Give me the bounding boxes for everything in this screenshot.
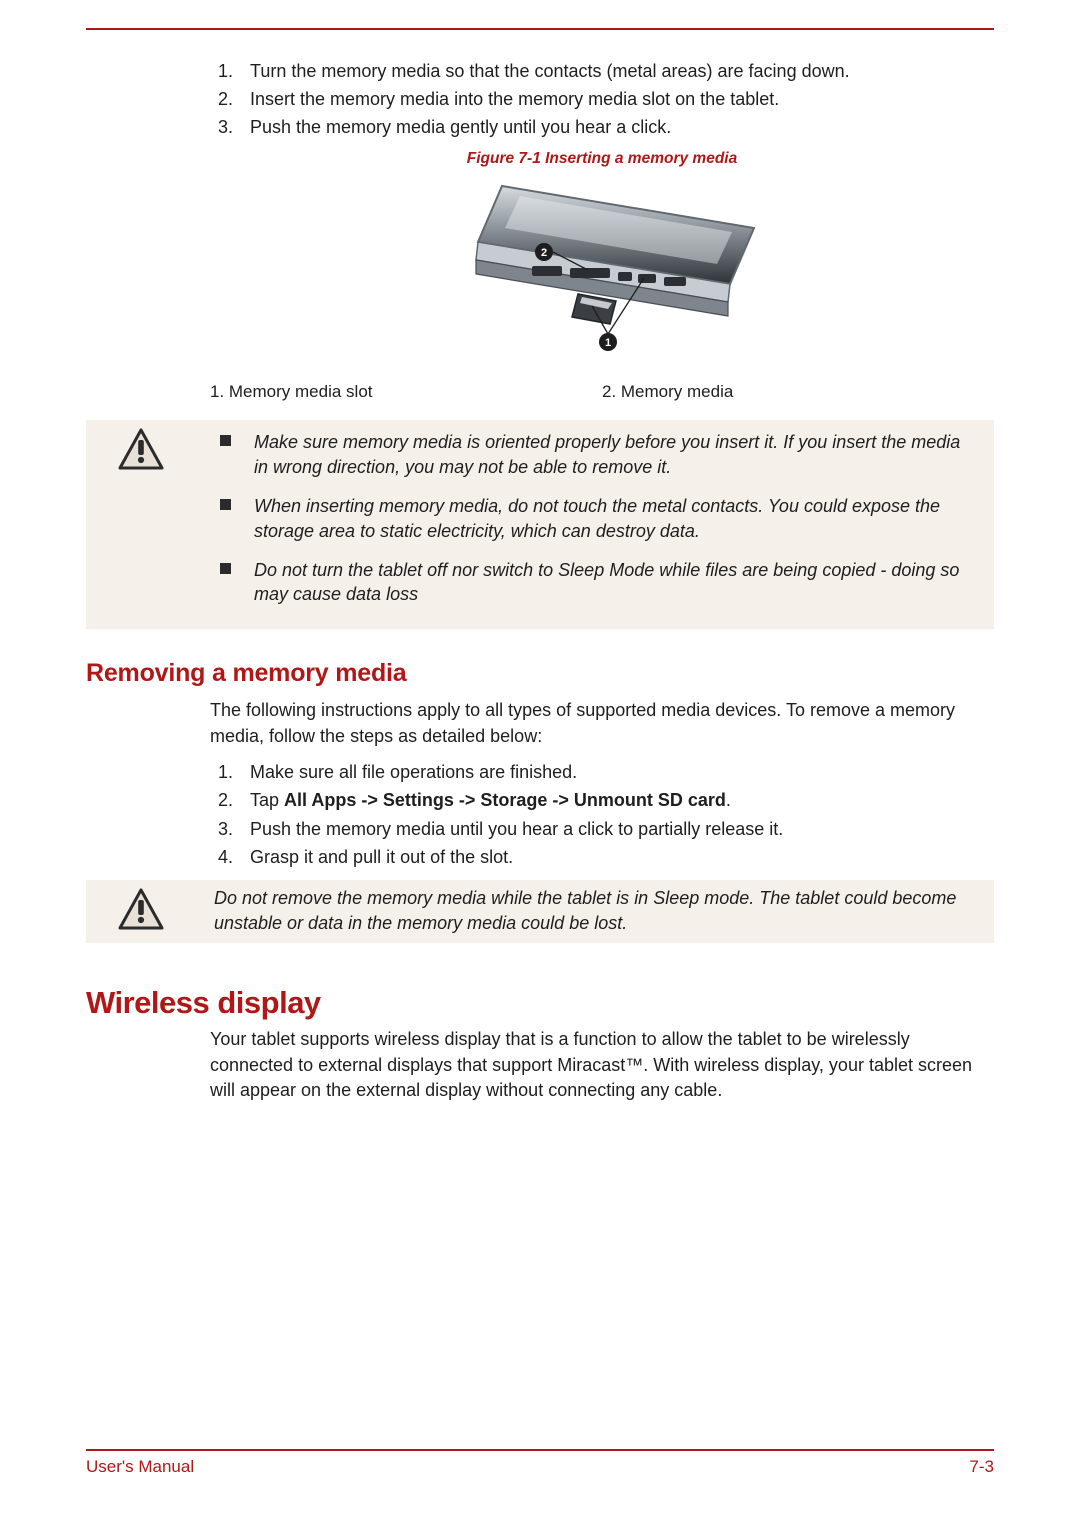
warning-icon <box>86 426 196 621</box>
heading-wireless: Wireless display <box>86 985 994 1021</box>
insert-step: Insert the memory media into the memory … <box>238 86 994 112</box>
insert-steps-list: Turn the memory media so that the contac… <box>210 58 994 140</box>
step2-tail: . <box>726 790 731 810</box>
heading-removing: Removing a memory media <box>86 659 994 688</box>
remove-step: Push the memory media until you hear a c… <box>238 816 994 842</box>
remove-step: Grasp it and pull it out of the slot. <box>238 844 994 870</box>
figure-key-row: 1. Memory media slot 2. Memory media <box>210 382 994 402</box>
warning-icon <box>86 886 196 936</box>
remove-step: Tap All Apps -> Settings -> Storage -> U… <box>238 787 994 813</box>
insert-step: Push the memory media gently until you h… <box>238 114 994 140</box>
figure-key-right: 2. Memory media <box>602 382 994 402</box>
warning-text-2: Do not remove the memory media while the… <box>214 886 990 936</box>
manual-page: Turn the memory media so that the contac… <box>0 0 1080 1521</box>
svg-text:2: 2 <box>541 247 547 259</box>
warning-item: Make sure memory media is oriented prope… <box>214 430 976 480</box>
figure-tablet-slot: 2 1 <box>210 174 994 374</box>
footer-right: 7-3 <box>969 1457 994 1477</box>
remove-step: Make sure all file operations are finish… <box>238 759 994 785</box>
step2-strong: All Apps -> Settings -> Storage -> Unmou… <box>284 790 726 810</box>
warning-box-2: Do not remove the memory media while the… <box>86 880 994 944</box>
warning-item: Do not turn the tablet off nor switch to… <box>214 558 976 608</box>
warning-text-1: Make sure memory media is oriented prope… <box>214 426 990 621</box>
top-rule <box>86 28 994 30</box>
step2-prefix: Tap <box>250 790 284 810</box>
footer-left: User's Manual <box>86 1457 194 1477</box>
svg-text:1: 1 <box>605 337 611 349</box>
page-footer: User's Manual 7-3 <box>86 1385 994 1477</box>
tablet-illustration-icon: 2 1 <box>432 174 772 374</box>
wireless-body: Your tablet supports wireless display th… <box>210 1027 994 1104</box>
figure-key-left: 1. Memory media slot <box>210 382 602 402</box>
remove-steps-list: Make sure all file operations are finish… <box>210 759 994 869</box>
warning-item: When inserting memory media, do not touc… <box>214 494 976 544</box>
bottom-rule <box>86 1449 994 1451</box>
figure-caption: Figure 7-1 Inserting a memory media <box>210 150 994 168</box>
insert-step: Turn the memory media so that the contac… <box>238 58 994 84</box>
content-column: Turn the memory media so that the contac… <box>86 58 994 1104</box>
warning-box-1: Make sure memory media is oriented prope… <box>86 420 994 629</box>
remove-intro: The following instructions apply to all … <box>210 698 994 749</box>
